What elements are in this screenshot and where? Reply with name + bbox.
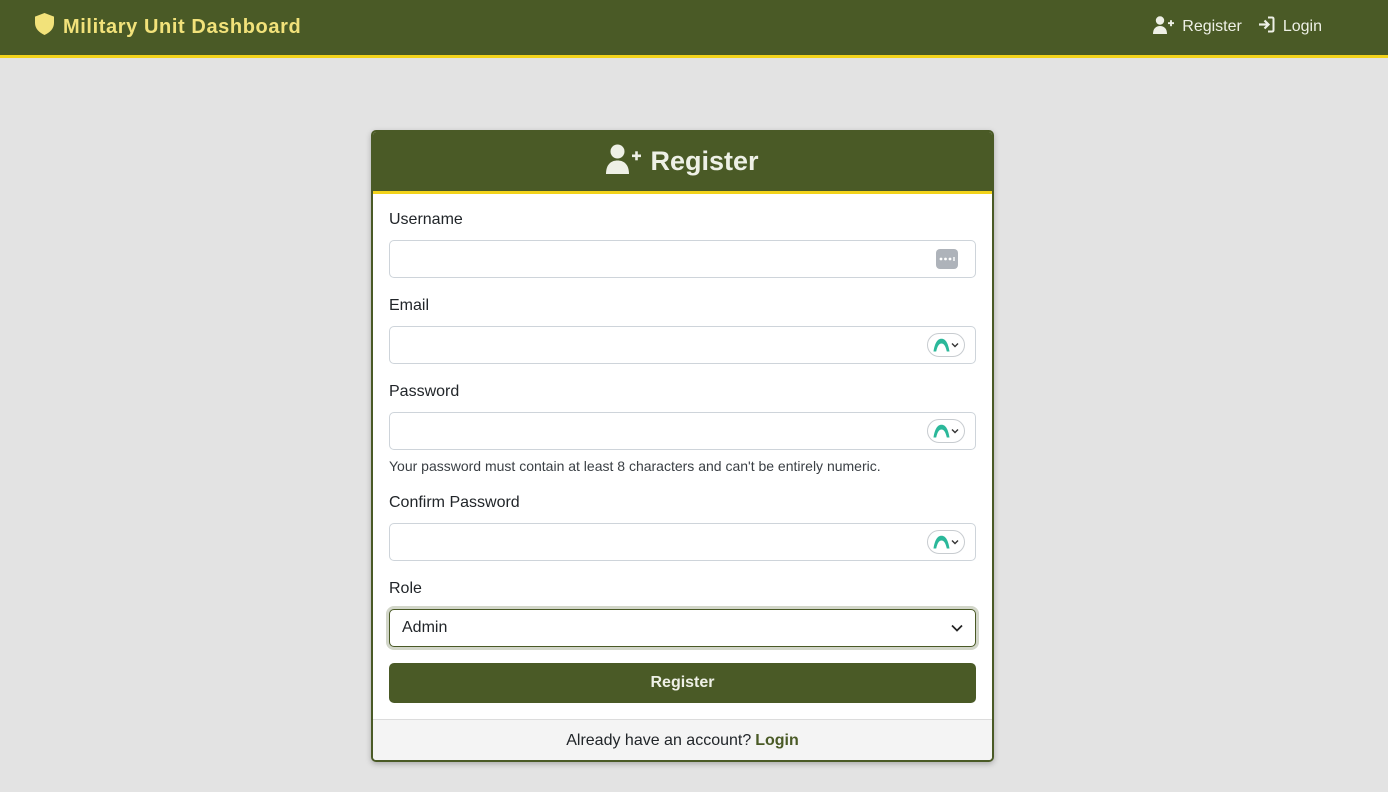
confirm-password-label: Confirm Password xyxy=(389,494,520,511)
navbar: Military Unit Dashboard Register Login xyxy=(0,0,1388,58)
sign-in-icon xyxy=(1258,16,1275,38)
username-input[interactable] xyxy=(390,241,975,277)
card-title: Register xyxy=(650,146,759,176)
password-manager-dots-icon[interactable] xyxy=(936,249,958,269)
nav-register-link[interactable]: Register xyxy=(1153,15,1242,39)
password-label: Password xyxy=(389,383,460,400)
card-header: Register xyxy=(373,132,992,194)
email-field[interactable] xyxy=(389,326,976,364)
footer-text: Already have an account? xyxy=(566,732,752,749)
password-field[interactable] xyxy=(389,412,976,450)
role-select[interactable]: Admin xyxy=(389,609,976,647)
brand-title: Military Unit Dashboard xyxy=(63,15,302,38)
confirm-password-field[interactable] xyxy=(389,523,976,561)
password-input[interactable] xyxy=(390,413,975,449)
brand-link[interactable]: Military Unit Dashboard xyxy=(35,13,302,41)
email-label: Email xyxy=(389,297,430,314)
username-field[interactable] xyxy=(389,240,976,278)
password-help-text: Your password must contain at least 8 ch… xyxy=(389,458,881,474)
register-card: Register Username Email Password Your pa… xyxy=(371,130,994,762)
shield-icon xyxy=(35,13,54,41)
nav-login-label: Login xyxy=(1282,18,1322,35)
confirm-password-input[interactable] xyxy=(390,524,975,560)
nav-register-label: Register xyxy=(1182,18,1242,35)
password-manager-icon[interactable] xyxy=(927,333,965,357)
user-plus-icon xyxy=(1153,15,1175,39)
username-label: Username xyxy=(389,211,463,228)
card-footer: Already have an account? Login xyxy=(373,719,992,760)
role-select-value: Admin xyxy=(402,619,448,636)
email-input[interactable] xyxy=(390,327,975,363)
nav-login-link[interactable]: Login xyxy=(1258,16,1322,38)
password-manager-icon[interactable] xyxy=(927,419,965,443)
nav-links: Register Login xyxy=(1153,15,1322,39)
footer-login-link[interactable]: Login xyxy=(755,732,799,750)
chevron-down-icon xyxy=(951,619,963,637)
role-label: Role xyxy=(389,580,422,597)
register-button[interactable]: Register xyxy=(389,663,976,703)
password-manager-icon[interactable] xyxy=(927,530,965,554)
user-plus-icon xyxy=(606,144,642,179)
